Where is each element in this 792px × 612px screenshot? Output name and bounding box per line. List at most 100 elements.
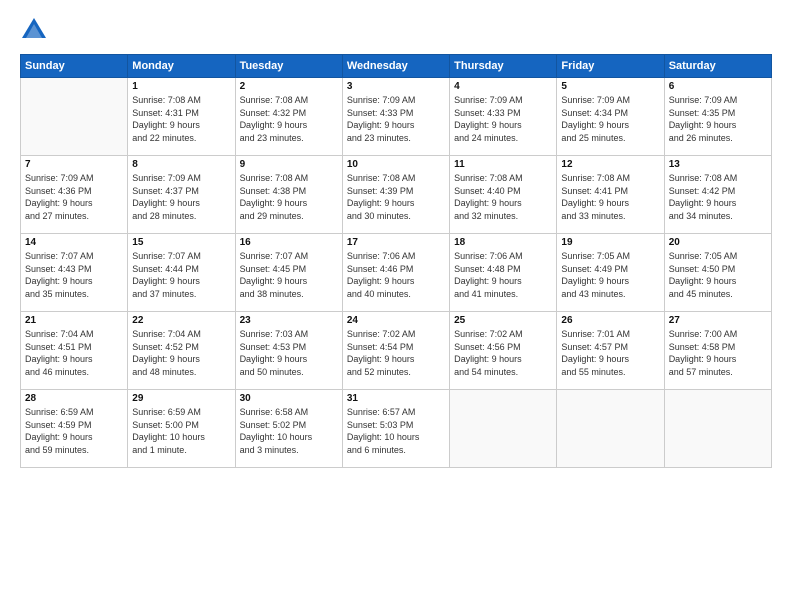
day-info: Sunrise: 6:59 AM Sunset: 4:59 PM Dayligh… [25,406,123,456]
day-number: 11 [454,159,552,170]
calendar-cell: 8Sunrise: 7:09 AM Sunset: 4:37 PM Daylig… [128,156,235,234]
calendar-cell [450,390,557,468]
header [20,16,772,44]
header-row: SundayMondayTuesdayWednesdayThursdayFrid… [21,55,772,78]
day-number: 21 [25,315,123,326]
calendar-cell: 28 Sunrise: 6:59 AM Sunset: 4:59 PM Dayli… [21,390,128,468]
day-number: 5 [561,81,659,92]
col-header-friday: Friday [557,55,664,78]
day-info: Sunrise: 7:09 AM Sunset: 4:36 PM Dayligh… [25,172,123,222]
calendar-cell: 23Sunrise: 7:03 AM Sunset: 4:53 PM Dayli… [235,312,342,390]
day-info: Sunrise: 7:09 AM Sunset: 4:35 PM Dayligh… [669,94,767,144]
logo [20,16,52,44]
day-number: 8 [132,159,230,170]
day-number: 9 [240,159,338,170]
day-info: Sunrise: 7:01 AM Sunset: 4:57 PM Dayligh… [561,328,659,378]
calendar-cell: 25 Sunrise: 7:02 AM Sunset: 4:56 PM Dayli… [450,312,557,390]
page: SundayMondayTuesdayWednesdayThursdayFrid… [0,0,792,612]
day-info: Sunrise: 6:57 AM Sunset: 5:03 PM Dayligh… [347,406,445,456]
calendar-cell: 7 Sunrise: 7:09 AM Sunset: 4:36 PM Daylig… [21,156,128,234]
day-number: 13 [669,159,767,170]
day-number: 28 [25,393,123,404]
day-number: 3 [347,81,445,92]
day-info: Sunrise: 7:09 AM Sunset: 4:33 PM Dayligh… [454,94,552,144]
logo-icon [20,16,48,44]
calendar-cell: 27 Sunrise: 7:00 AM Sunset: 4:58 PM Dayli… [664,312,771,390]
day-info: Sunrise: 7:08 AM Sunset: 4:41 PM Dayligh… [561,172,659,222]
week-row-2: 7 Sunrise: 7:09 AM Sunset: 4:36 PM Daylig… [21,156,772,234]
day-info: Sunrise: 7:08 AM Sunset: 4:40 PM Dayligh… [454,172,552,222]
calendar-cell: 9Sunrise: 7:08 AM Sunset: 4:38 PM Daylig… [235,156,342,234]
day-number: 25 [454,315,552,326]
day-info: Sunrise: 7:06 AM Sunset: 4:48 PM Dayligh… [454,250,552,300]
calendar-cell: 29 Sunrise: 6:59 AM Sunset: 5:00 PM Dayli… [128,390,235,468]
day-info: Sunrise: 7:00 AM Sunset: 4:58 PM Dayligh… [669,328,767,378]
col-header-thursday: Thursday [450,55,557,78]
day-number: 20 [669,237,767,248]
day-number: 7 [25,159,123,170]
day-info: Sunrise: 6:59 AM Sunset: 5:00 PM Dayligh… [132,406,230,456]
week-row-1: 1Sunrise: 7:08 AM Sunset: 4:31 PM Daylig… [21,78,772,156]
col-header-saturday: Saturday [664,55,771,78]
calendar-cell: 17 Sunrise: 7:06 AM Sunset: 4:46 PM Dayli… [342,234,449,312]
day-number: 29 [132,393,230,404]
day-number: 31 [347,393,445,404]
col-header-tuesday: Tuesday [235,55,342,78]
day-number: 17 [347,237,445,248]
calendar-cell: 16 Sunrise: 7:07 AM Sunset: 4:45 PM Dayli… [235,234,342,312]
day-info: Sunrise: 7:04 AM Sunset: 4:51 PM Dayligh… [25,328,123,378]
day-info: Sunrise: 7:02 AM Sunset: 4:56 PM Dayligh… [454,328,552,378]
day-info: Sunrise: 7:07 AM Sunset: 4:45 PM Dayligh… [240,250,338,300]
week-row-5: 28 Sunrise: 6:59 AM Sunset: 4:59 PM Dayli… [21,390,772,468]
day-number: 18 [454,237,552,248]
day-number: 16 [240,237,338,248]
day-info: Sunrise: 7:07 AM Sunset: 4:43 PM Dayligh… [25,250,123,300]
calendar-cell: 13 Sunrise: 7:08 AM Sunset: 4:42 PM Dayli… [664,156,771,234]
day-info: Sunrise: 7:06 AM Sunset: 4:46 PM Dayligh… [347,250,445,300]
day-number: 10 [347,159,445,170]
day-info: Sunrise: 7:03 AM Sunset: 4:53 PM Dayligh… [240,328,338,378]
day-number: 4 [454,81,552,92]
day-number: 2 [240,81,338,92]
calendar-cell: 2 Sunrise: 7:08 AM Sunset: 4:32 PM Daylig… [235,78,342,156]
calendar-cell: 24 Sunrise: 7:02 AM Sunset: 4:54 PM Dayli… [342,312,449,390]
day-info: Sunrise: 7:08 AM Sunset: 4:31 PM Dayligh… [132,94,230,144]
day-info: Sunrise: 7:09 AM Sunset: 4:34 PM Dayligh… [561,94,659,144]
calendar-cell: 26Sunrise: 7:01 AM Sunset: 4:57 PM Dayli… [557,312,664,390]
day-info: Sunrise: 7:09 AM Sunset: 4:33 PM Dayligh… [347,94,445,144]
day-info: Sunrise: 7:05 AM Sunset: 4:49 PM Dayligh… [561,250,659,300]
calendar-cell: 10 Sunrise: 7:08 AM Sunset: 4:39 PM Dayli… [342,156,449,234]
calendar-cell: 15Sunrise: 7:07 AM Sunset: 4:44 PM Dayli… [128,234,235,312]
calendar-cell: 4 Sunrise: 7:09 AM Sunset: 4:33 PM Daylig… [450,78,557,156]
calendar-cell: 3 Sunrise: 7:09 AM Sunset: 4:33 PM Daylig… [342,78,449,156]
day-number: 19 [561,237,659,248]
day-number: 12 [561,159,659,170]
day-info: Sunrise: 6:58 AM Sunset: 5:02 PM Dayligh… [240,406,338,456]
calendar-cell: 6 Sunrise: 7:09 AM Sunset: 4:35 PM Daylig… [664,78,771,156]
day-number: 6 [669,81,767,92]
calendar-cell: 12 Sunrise: 7:08 AM Sunset: 4:41 PM Dayli… [557,156,664,234]
calendar-cell: 5 Sunrise: 7:09 AM Sunset: 4:34 PM Daylig… [557,78,664,156]
calendar-cell: 14Sunrise: 7:07 AM Sunset: 4:43 PM Dayli… [21,234,128,312]
col-header-monday: Monday [128,55,235,78]
calendar-cell [21,78,128,156]
calendar-cell: 18 Sunrise: 7:06 AM Sunset: 4:48 PM Dayli… [450,234,557,312]
col-header-wednesday: Wednesday [342,55,449,78]
day-info: Sunrise: 7:08 AM Sunset: 4:32 PM Dayligh… [240,94,338,144]
day-info: Sunrise: 7:08 AM Sunset: 4:42 PM Dayligh… [669,172,767,222]
week-row-3: 14Sunrise: 7:07 AM Sunset: 4:43 PM Dayli… [21,234,772,312]
day-info: Sunrise: 7:04 AM Sunset: 4:52 PM Dayligh… [132,328,230,378]
day-number: 24 [347,315,445,326]
calendar-cell: 22 Sunrise: 7:04 AM Sunset: 4:52 PM Dayli… [128,312,235,390]
calendar-cell: 20 Sunrise: 7:05 AM Sunset: 4:50 PM Dayli… [664,234,771,312]
day-number: 22 [132,315,230,326]
day-info: Sunrise: 7:05 AM Sunset: 4:50 PM Dayligh… [669,250,767,300]
week-row-4: 21 Sunrise: 7:04 AM Sunset: 4:51 PM Dayli… [21,312,772,390]
day-info: Sunrise: 7:02 AM Sunset: 4:54 PM Dayligh… [347,328,445,378]
day-info: Sunrise: 7:08 AM Sunset: 4:39 PM Dayligh… [347,172,445,222]
calendar-cell: 1Sunrise: 7:08 AM Sunset: 4:31 PM Daylig… [128,78,235,156]
calendar-cell: 21 Sunrise: 7:04 AM Sunset: 4:51 PM Dayli… [21,312,128,390]
day-number: 27 [669,315,767,326]
calendar-cell [557,390,664,468]
col-header-sunday: Sunday [21,55,128,78]
